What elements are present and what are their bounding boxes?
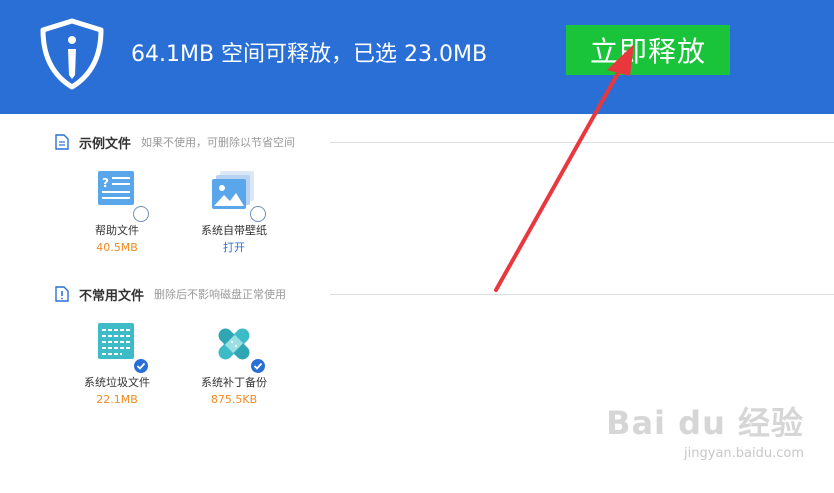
baidu-jingyan-watermark: Bai du 经验 jingyan.baidu.com (606, 398, 804, 461)
watermark-logo: Bai du 经验 (606, 404, 804, 442)
watermark-url: jingyan.baidu.com (684, 446, 804, 461)
